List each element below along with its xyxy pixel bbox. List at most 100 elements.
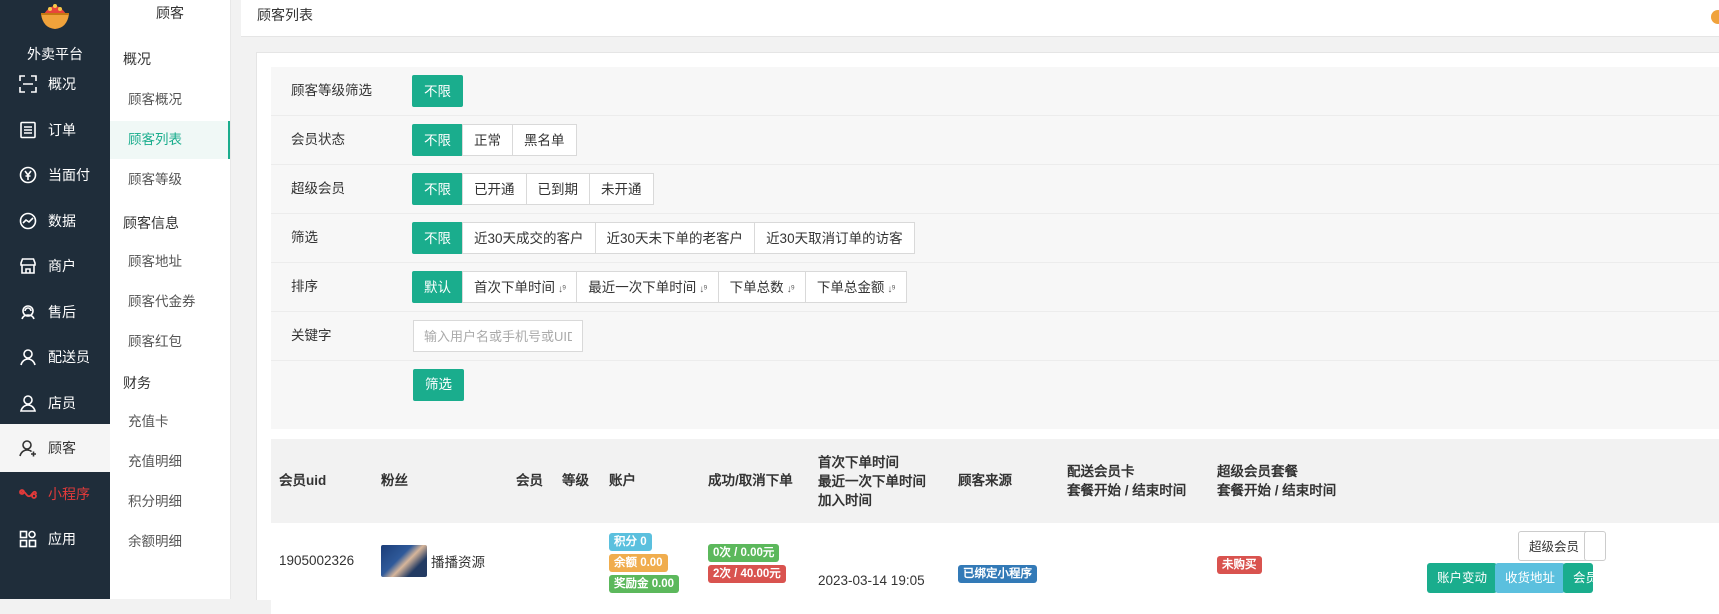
sub-item-points-detail[interactable]: 积分明细 bbox=[110, 483, 230, 521]
filter-options: 筛选 bbox=[413, 369, 464, 401]
filter-option[interactable]: 已开通 bbox=[462, 173, 527, 205]
filter-options: 不限 已开通 已到期 未开通 bbox=[412, 173, 654, 205]
filter-option[interactable]: 近30天取消订单的访客 bbox=[754, 222, 915, 254]
sub-item-recharge-card[interactable]: 充值卡 bbox=[110, 403, 230, 441]
success-badge: 0次 / 0.00元 bbox=[708, 544, 780, 562]
filter-submit-button[interactable]: 筛选 bbox=[413, 369, 464, 401]
sub-item-customer-level[interactable]: 顾客等级 bbox=[110, 161, 230, 199]
filter-row-submit: 筛选 bbox=[271, 361, 1719, 409]
sub-group-finance: 财务 bbox=[123, 375, 151, 391]
filter-row-sort: 排序 默认 首次下单时间 ↓⁹ 最近一次下单时间 ↓⁹ 下单总数 ↓⁹ 下单总金额 ↓⁹ bbox=[271, 263, 1719, 312]
filter-option[interactable]: 不限 bbox=[412, 75, 463, 107]
nav-item-data[interactable]: 数据 bbox=[0, 197, 110, 245]
sub-item-customer-overview[interactable]: 顾客概况 bbox=[110, 81, 230, 119]
keyword-input[interactable] bbox=[413, 320, 583, 352]
nav-item-facepay[interactable]: 当面付 bbox=[0, 151, 110, 199]
brand: 外卖平台 bbox=[0, 0, 110, 66]
nav-label: 应用 bbox=[48, 531, 76, 547]
user-avatar-icon[interactable] bbox=[1711, 10, 1719, 24]
sub-item-customer-address[interactable]: 顾客地址 bbox=[110, 243, 230, 281]
sub-group-overview: 概况 bbox=[123, 51, 151, 67]
filter-option[interactable]: 近30天成交的客户 bbox=[462, 222, 596, 254]
super-member-button[interactable]: 超级会员 bbox=[1518, 531, 1591, 561]
sort-label: 下单总数 bbox=[729, 280, 784, 295]
filter-option[interactable]: 不限 bbox=[412, 124, 463, 156]
chart-icon bbox=[17, 210, 39, 232]
nav-label: 订单 bbox=[48, 122, 76, 138]
customer-icon bbox=[17, 437, 39, 459]
filter-option[interactable]: 已到期 bbox=[525, 173, 590, 205]
col-fans: 粉丝 bbox=[381, 473, 408, 488]
clerk-icon bbox=[17, 392, 39, 414]
nav-item-aftersale[interactable]: 售后 bbox=[0, 288, 110, 336]
sub-item-customer-list[interactable]: 顾客列表 bbox=[110, 121, 230, 159]
sort-option-first-order[interactable]: 首次下单时间 ↓⁹ bbox=[462, 271, 578, 303]
nav-label: 顾客 bbox=[48, 440, 76, 456]
filter-option[interactable]: 正常 bbox=[462, 124, 513, 156]
filter-row-screen: 筛选 不限 近30天成交的客户 近30天未下单的老客户 近30天取消订单的访客 bbox=[271, 214, 1719, 263]
nav-label: 当面付 bbox=[48, 167, 90, 183]
sub-item-recharge-detail[interactable]: 充值明细 bbox=[110, 443, 230, 481]
sort-label: 首次下单时间 bbox=[474, 280, 555, 295]
cell-fans: 播播资源 bbox=[381, 545, 485, 577]
source-badge: 已绑定小程序 bbox=[958, 565, 1037, 583]
col-member: 会员 bbox=[516, 473, 543, 488]
account-change-button[interactable]: 账户变动 bbox=[1427, 563, 1498, 593]
nav-item-orders[interactable]: 订单 bbox=[0, 106, 110, 154]
col-time-last: 最近一次下单时间 bbox=[818, 474, 926, 489]
nav-item-customers[interactable]: 顾客 bbox=[0, 424, 110, 472]
member-button[interactable]: 会员 bbox=[1563, 563, 1593, 593]
nav-item-clerks[interactable]: 店员 bbox=[0, 379, 110, 427]
col-success-cancel: 成功/取消下单 bbox=[708, 473, 793, 488]
filter-option[interactable]: 黑名单 bbox=[512, 124, 577, 156]
filter-option[interactable]: 近30天未下单的老客户 bbox=[594, 222, 756, 254]
support-icon bbox=[17, 301, 39, 323]
col-source: 顾客来源 bbox=[958, 473, 1012, 488]
apps-icon bbox=[17, 528, 39, 550]
sort-option-default[interactable]: 默认 bbox=[412, 271, 463, 303]
filter-label: 关键字 bbox=[291, 328, 332, 343]
filter-row-level: 顾客等级筛选 不限 bbox=[271, 67, 1719, 116]
nav-item-overview[interactable]: 概况 bbox=[0, 60, 110, 108]
col-account: 账户 bbox=[609, 473, 636, 488]
nav-label: 概况 bbox=[48, 76, 76, 92]
filter-form: 顾客等级筛选 不限 会员状态 不限 正常 黑名单 超级会员 不限 已开通 已到期… bbox=[271, 67, 1719, 429]
cell-super-package: 未购买 bbox=[1217, 556, 1262, 574]
filter-option[interactable]: 不限 bbox=[412, 173, 463, 205]
nav-label: 小程序 bbox=[48, 486, 90, 502]
filter-option[interactable]: 未开通 bbox=[589, 173, 654, 205]
sort-asc-icon: ↓⁹ bbox=[558, 284, 566, 295]
balance-badge: 余额 0.00 bbox=[609, 554, 668, 572]
sort-asc-icon: ↓⁹ bbox=[786, 284, 795, 295]
nav-item-miniprogram[interactable]: 小程序 bbox=[0, 470, 110, 518]
page-title: 顾客列表 bbox=[257, 7, 313, 23]
courier-icon bbox=[17, 346, 39, 368]
filter-label: 超级会员 bbox=[291, 181, 345, 196]
col-delivery-card: 配送会员卡 bbox=[1067, 464, 1135, 479]
sub-item-customer-voucher[interactable]: 顾客代金券 bbox=[110, 283, 230, 321]
nav-label: 商户 bbox=[48, 258, 76, 274]
nav-item-couriers[interactable]: 配送员 bbox=[0, 333, 110, 381]
miniprogram-icon bbox=[17, 483, 39, 505]
sort-option-order-amount[interactable]: 下单总金额 ↓⁹ bbox=[804, 271, 907, 303]
sub-item-customer-redpacket[interactable]: 顾客红包 bbox=[110, 323, 230, 361]
filter-row-keyword: 关键字 bbox=[271, 312, 1719, 361]
nav-item-merchants[interactable]: 商户 bbox=[0, 242, 110, 290]
sort-option-order-count[interactable]: 下单总数 ↓⁹ bbox=[717, 271, 806, 303]
filter-options bbox=[413, 320, 583, 352]
more-button[interactable] bbox=[1584, 531, 1606, 561]
yen-icon bbox=[17, 164, 39, 186]
top-bar: 顾客列表 bbox=[241, 0, 1719, 37]
filter-option[interactable]: 不限 bbox=[412, 222, 463, 254]
package-badge: 未购买 bbox=[1217, 556, 1262, 574]
sort-option-last-order[interactable]: 最近一次下单时间 ↓⁹ bbox=[576, 271, 719, 303]
sub-item-balance-detail[interactable]: 余额明细 bbox=[110, 523, 230, 561]
nav-label: 售后 bbox=[48, 304, 76, 320]
nav-item-apps[interactable]: 应用 bbox=[0, 515, 110, 563]
cell-join-time: 2023-03-14 19:05 bbox=[818, 573, 925, 588]
main-sidebar: 外卖平台 概况 订单 当面付 数据 商户 售后 配送员 店员 顾客 小程序 应用 bbox=[0, 0, 110, 599]
col-delivery-card-time: 套餐开始 / 结束时间 bbox=[1067, 483, 1187, 498]
address-button[interactable]: 收货地址 bbox=[1495, 563, 1566, 593]
col-super-package: 超级会员套餐 bbox=[1217, 464, 1298, 479]
filter-options: 不限 bbox=[412, 75, 463, 107]
